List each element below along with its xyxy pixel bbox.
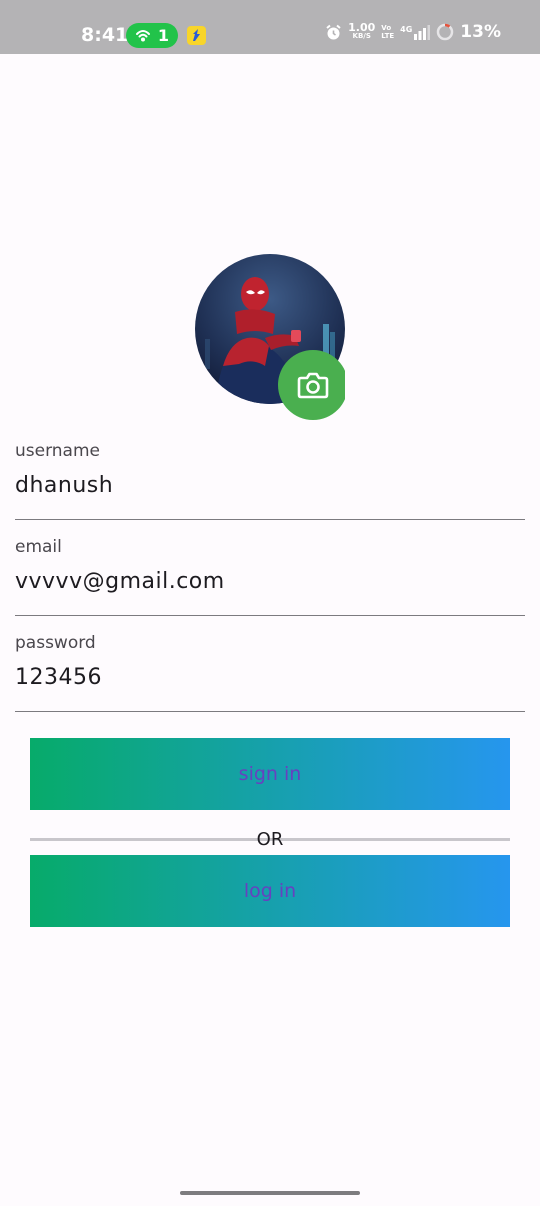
home-indicator[interactable]	[180, 1191, 360, 1195]
password-input[interactable]: 123456	[15, 665, 102, 690]
signal-cluster: 4G	[400, 24, 431, 40]
hotspot-indicator[interactable]: 1	[126, 23, 178, 48]
username-input[interactable]: dhanush	[15, 473, 113, 498]
change-photo-button[interactable]	[278, 350, 348, 420]
avatar-clip-area	[345, 340, 365, 430]
username-field[interactable]: username dhanush	[15, 441, 525, 520]
email-input[interactable]: vvvvv@gmail.com	[15, 569, 225, 594]
email-field[interactable]: email vvvvv@gmail.com	[15, 537, 525, 616]
log-in-button[interactable]: log in	[30, 855, 510, 927]
volte-bottom: LTE	[381, 32, 395, 40]
battery-charging-icon	[437, 23, 454, 41]
hotspot-icon	[135, 29, 150, 41]
battery-percent: 13%	[460, 22, 501, 42]
volte-indicator: Vo LTE	[381, 24, 394, 40]
alarm-icon	[326, 24, 341, 39]
volte-top: Vo	[381, 24, 392, 32]
network-type: 4G	[400, 24, 413, 34]
status-right-cluster: 1.00 KB/S Vo LTE 4G 13%	[325, 22, 501, 42]
camera-icon	[297, 372, 329, 399]
net-speed-unit: KB/S	[352, 32, 371, 40]
flipkart-app-icon	[187, 26, 206, 45]
password-label: password	[15, 633, 96, 653]
sign-in-button[interactable]: sign in	[30, 738, 510, 810]
or-divider-text: OR	[256, 829, 284, 850]
username-label: username	[15, 441, 100, 461]
password-field[interactable]: password 123456	[15, 633, 525, 712]
email-label: email	[15, 537, 62, 557]
signal-icon	[414, 24, 431, 40]
status-bar: 8:41 1 1.00 KB/S Vo LTE 4G 13%	[0, 0, 540, 54]
net-speed-value: 1.00	[348, 21, 376, 34]
sign-in-label: sign in	[238, 763, 302, 785]
log-in-label: log in	[243, 880, 297, 902]
network-speed: 1.00 KB/S	[348, 21, 376, 41]
status-time: 8:41	[81, 24, 129, 46]
hotspot-count: 1	[157, 26, 170, 45]
